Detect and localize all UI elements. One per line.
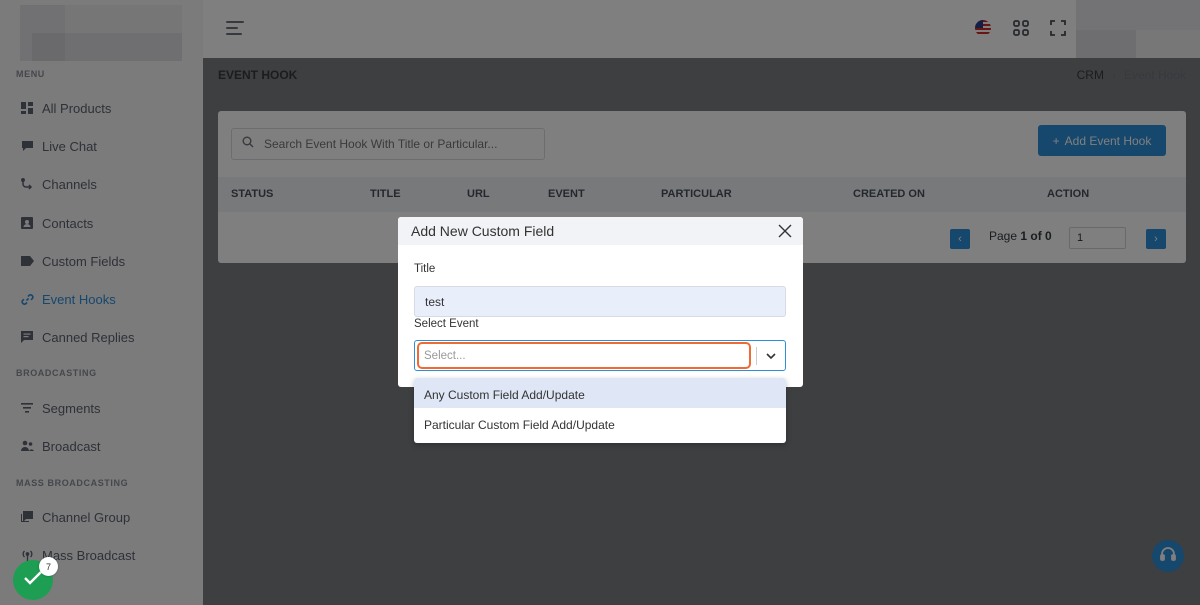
checkmark-icon: [23, 570, 43, 591]
event-select[interactable]: Select...: [414, 340, 786, 371]
title-label: Title: [414, 263, 436, 275]
select-event-label: Select Event: [414, 318, 479, 330]
event-select-input[interactable]: Select...: [417, 342, 751, 369]
chevron-down-icon[interactable]: [763, 348, 779, 364]
title-input[interactable]: [414, 286, 786, 317]
option-particular-custom-field[interactable]: Particular Custom Field Add/Update: [414, 408, 786, 438]
event-options-menu: Any Custom Field Add/Update Particular C…: [414, 378, 786, 443]
modal-header: Add New Custom Field: [398, 217, 803, 245]
close-icon[interactable]: [777, 223, 793, 239]
select-divider: [756, 347, 757, 365]
modal-title: Add New Custom Field: [411, 223, 555, 239]
option-any-custom-field[interactable]: Any Custom Field Add/Update: [414, 378, 786, 408]
checklist-count-badge: 7: [39, 557, 58, 576]
add-custom-field-modal: Add New Custom Field Title Select Event …: [398, 217, 803, 387]
